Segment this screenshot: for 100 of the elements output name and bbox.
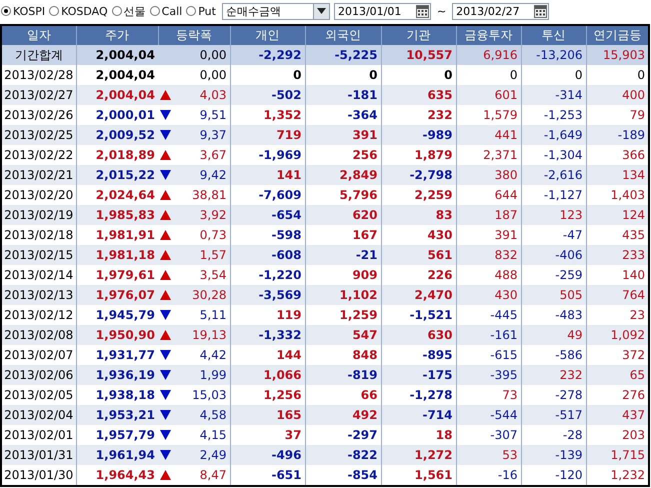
table-cell: 5,796 [340, 188, 378, 202]
column-header[interactable]: 등락폭 [158, 25, 230, 45]
down-triangle-icon [160, 310, 171, 320]
table-cell: 561 [427, 248, 452, 262]
radio-icon[interactable] [112, 6, 122, 16]
table-cell: 644 [494, 188, 518, 202]
range-separator: ~ [436, 4, 446, 18]
column-header[interactable]: 주가 [76, 25, 158, 45]
price-cell: 1,985,83 [96, 208, 155, 222]
table-cell: -714 [422, 408, 452, 422]
column-header[interactable]: 일자 [1, 25, 76, 45]
down-triangle-icon [160, 450, 171, 460]
table-cell: 10,557 [406, 48, 452, 62]
table-cell: -307 [490, 428, 518, 442]
table-cell: 15,903 [603, 48, 645, 62]
table-cell: 0 [293, 68, 302, 82]
table-cell: 66 [360, 388, 378, 402]
table-cell: 1,579 [483, 108, 518, 122]
down-triangle-icon [160, 390, 171, 400]
calendar-icon[interactable] [534, 4, 548, 18]
radio-icon[interactable] [150, 6, 160, 16]
table-cell: 6,916 [483, 48, 518, 62]
table-cell: 372 [622, 348, 645, 362]
table-cell: -16 [498, 468, 518, 482]
table-cell: 547 [352, 328, 378, 342]
up-triangle-icon [160, 230, 171, 240]
date-cell: 2013/02/21 [4, 168, 74, 182]
price-cell: 1,964,43 [96, 468, 155, 482]
table-cell: -445 [490, 308, 518, 322]
date-cell: 2013/02/26 [4, 108, 74, 122]
table-cell: -175 [422, 368, 452, 382]
table-cell: 764 [622, 288, 645, 302]
table-cell: -822 [347, 448, 378, 462]
down-triangle-icon [160, 350, 171, 360]
column-header[interactable]: 기관 [381, 25, 456, 45]
column-header[interactable]: 투신 [521, 25, 586, 45]
date-cell: 2013/02/05 [4, 388, 74, 402]
table-cell: -1,220 [258, 268, 302, 282]
market-radio[interactable]: KOSPI [1, 4, 46, 18]
date-cell: 2013/02/27 [4, 88, 74, 102]
table-cell: 430 [494, 288, 518, 302]
date-field[interactable]: 2013/01/01 [334, 2, 431, 20]
table-cell: 1,092 [610, 328, 645, 342]
date-cell: 2013/02/19 [4, 208, 74, 222]
caret-icon [316, 8, 326, 14]
down-triangle-icon [160, 110, 171, 120]
change-cell: 38,81 [192, 188, 226, 202]
radio-icon[interactable] [1, 6, 11, 16]
change-cell: 9,37 [200, 128, 226, 142]
price-cell: 1,945,79 [96, 308, 155, 322]
up-triangle-icon [160, 190, 171, 200]
table-cell: -406 [555, 248, 582, 262]
table-cell: -314 [555, 88, 582, 102]
date-field[interactable]: 2013/02/27 [452, 2, 550, 20]
change-cell: 4,15 [200, 428, 226, 442]
price-cell: 2,004,04 [96, 88, 155, 102]
table-cell: 53 [502, 448, 518, 462]
radio-icon[interactable] [49, 6, 60, 16]
table-cell: 141 [276, 168, 302, 182]
date-cell: 2013/02/12 [4, 308, 74, 322]
table-cell: 134 [622, 168, 645, 182]
price-cell: 1,979,61 [96, 268, 155, 282]
table-cell: 18 [436, 428, 452, 442]
table-cell: -21 [356, 248, 378, 262]
table-cell: -1,127 [544, 188, 582, 202]
measure-dropdown[interactable]: 순매수금액 [222, 2, 330, 20]
calendar-icon[interactable] [416, 4, 429, 18]
down-triangle-icon [160, 430, 171, 440]
table-cell: -2,292 [258, 48, 302, 62]
radio-icon[interactable] [186, 6, 196, 16]
column-header[interactable]: 외국인 [305, 25, 381, 45]
date-cell: 2013/02/28 [4, 68, 74, 82]
table-cell: 119 [276, 308, 302, 322]
date-cell: 2013/02/06 [4, 368, 74, 382]
up-triangle-icon [160, 270, 171, 280]
change-cell: 3,54 [200, 268, 226, 282]
table-cell: 0 [510, 68, 518, 82]
market-radio[interactable]: Put [186, 4, 216, 18]
up-triangle-icon [160, 250, 171, 260]
table-cell: 23 [630, 308, 645, 322]
date-cell: 2013/02/18 [4, 228, 74, 242]
table-cell: 635 [427, 88, 452, 102]
table-cell: 124 [622, 208, 645, 222]
table-cell: 630 [427, 328, 452, 342]
change-cell: 9,51 [200, 108, 226, 122]
table-cell: 2,259 [414, 188, 452, 202]
table-cell: -2,798 [410, 168, 452, 182]
market-radio[interactable]: 선물 [112, 4, 146, 18]
market-radio[interactable]: Call [150, 4, 182, 18]
column-header[interactable]: 개인 [230, 25, 305, 45]
change-cell: 0,00 [200, 68, 226, 82]
change-cell: 4,42 [200, 348, 226, 362]
column-header[interactable]: 연기금등 [586, 25, 649, 45]
table-cell: -615 [490, 348, 518, 362]
column-header[interactable]: 금융투자 [456, 25, 521, 45]
table-cell: -1,304 [544, 148, 582, 162]
market-radio[interactable]: KOSDAQ [49, 4, 108, 18]
table-cell: 719 [276, 128, 302, 142]
down-triangle-icon [160, 170, 171, 180]
table-cell: 400 [622, 88, 645, 102]
